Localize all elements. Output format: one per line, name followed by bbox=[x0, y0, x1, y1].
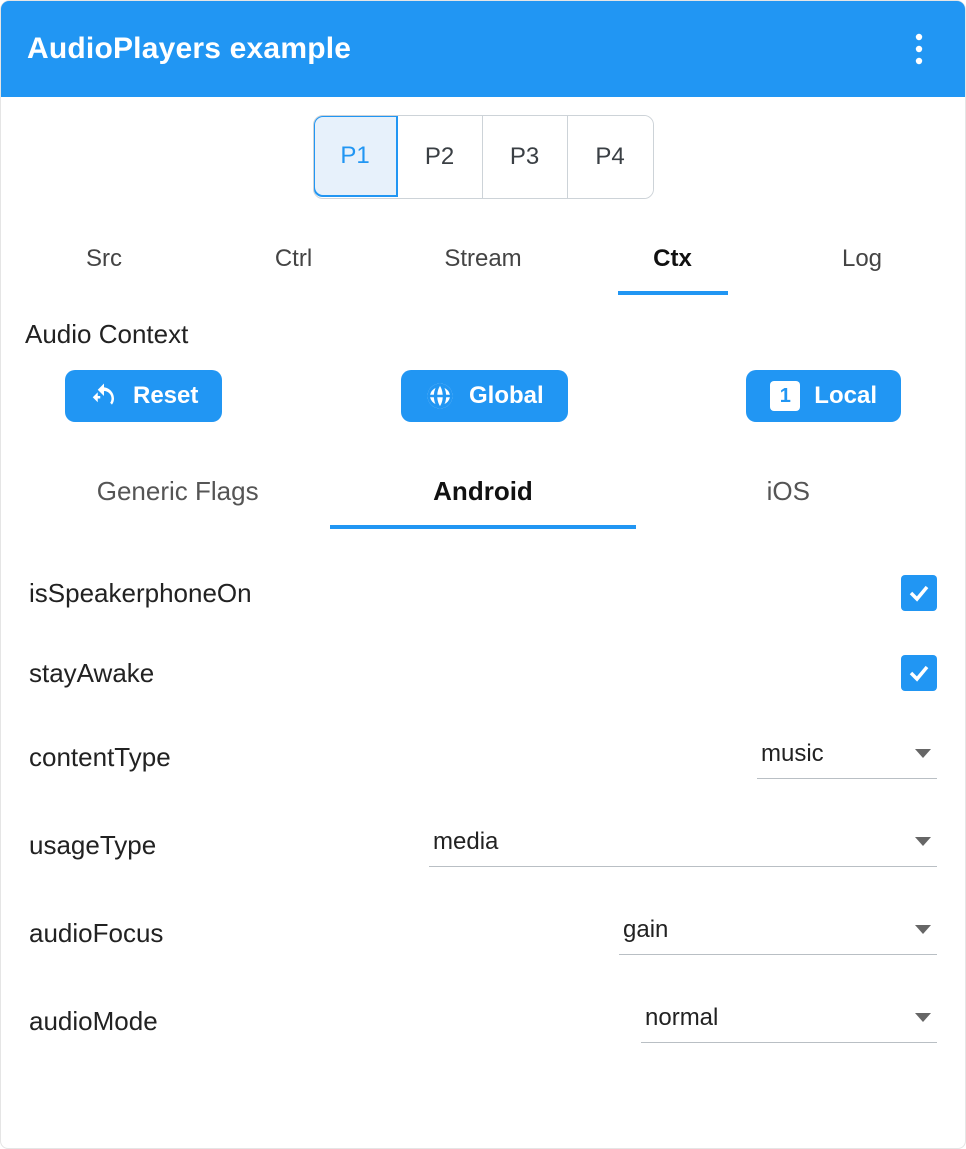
player-tab-p1[interactable]: P1 bbox=[313, 115, 398, 197]
platform-tabs: Generic Flags Android iOS bbox=[25, 458, 941, 529]
tab-generic-flags[interactable]: Generic Flags bbox=[25, 458, 330, 529]
tab-label: Ctx bbox=[653, 245, 692, 272]
dropdown-value: normal bbox=[645, 1004, 718, 1032]
player-tab-label: P2 bbox=[425, 143, 454, 171]
content-area: Audio Context Reset Global 1 Local Gener… bbox=[1, 295, 965, 1148]
kebab-menu-button[interactable] bbox=[899, 29, 939, 69]
content-type-dropdown[interactable]: music bbox=[757, 735, 937, 779]
player-tab-label: P1 bbox=[340, 142, 369, 170]
checkmark-icon bbox=[907, 661, 931, 685]
setting-is-speakerphone-on: isSpeakerphoneOn bbox=[25, 553, 941, 633]
tab-ctrl[interactable]: Ctrl bbox=[239, 227, 349, 295]
dropdown-value: gain bbox=[623, 916, 668, 944]
tab-label: Log bbox=[842, 245, 882, 272]
setting-content-type: contentType music bbox=[25, 713, 941, 801]
setting-label: audioFocus bbox=[29, 918, 163, 949]
tab-label: Src bbox=[86, 245, 122, 272]
globe-icon bbox=[425, 381, 455, 411]
audio-mode-dropdown[interactable]: normal bbox=[641, 999, 937, 1043]
setting-audio-mode: audioMode normal bbox=[25, 977, 941, 1065]
dropdown-value: media bbox=[433, 828, 498, 856]
main-tabs: Src Ctrl Stream Ctx Log bbox=[1, 217, 965, 295]
tab-android[interactable]: Android bbox=[330, 458, 635, 529]
setting-label: audioMode bbox=[29, 1006, 158, 1037]
usage-type-dropdown[interactable]: media bbox=[429, 823, 937, 867]
button-label: Reset bbox=[133, 382, 198, 410]
button-label: Local bbox=[814, 382, 877, 410]
is-speakerphone-on-checkbox[interactable] bbox=[901, 575, 937, 611]
player-tab-label: P4 bbox=[595, 143, 624, 171]
tab-label: Generic Flags bbox=[97, 476, 259, 506]
chevron-down-icon bbox=[915, 925, 931, 934]
app-bar: AudioPlayers example bbox=[1, 1, 965, 97]
tab-ctx[interactable]: Ctx bbox=[618, 227, 728, 295]
stay-awake-checkbox[interactable] bbox=[901, 655, 937, 691]
dropdown-value: music bbox=[761, 740, 824, 768]
button-label: Global bbox=[469, 382, 544, 410]
local-button[interactable]: 1 Local bbox=[746, 370, 901, 422]
player-selector: P1 P2 P3 P4 bbox=[1, 97, 965, 217]
setting-label: usageType bbox=[29, 830, 156, 861]
setting-label: stayAwake bbox=[29, 658, 154, 689]
player-toggle-group: P1 P2 P3 P4 bbox=[313, 115, 654, 199]
reset-button[interactable]: Reset bbox=[65, 370, 222, 422]
chevron-down-icon bbox=[915, 749, 931, 758]
checkmark-icon bbox=[907, 581, 931, 605]
section-title: Audio Context bbox=[25, 319, 941, 350]
audio-focus-dropdown[interactable]: gain bbox=[619, 911, 937, 955]
player-tab-label: P3 bbox=[510, 143, 539, 171]
setting-stay-awake: stayAwake bbox=[25, 633, 941, 713]
app-title: AudioPlayers example bbox=[27, 32, 351, 66]
app-window: AudioPlayers example P1 P2 P3 P4 Src Ctr… bbox=[0, 0, 966, 1149]
android-settings: isSpeakerphoneOn stayAwake contentType m… bbox=[25, 553, 941, 1065]
player-tab-p3[interactable]: P3 bbox=[483, 116, 568, 198]
chevron-down-icon bbox=[915, 837, 931, 846]
tab-log[interactable]: Log bbox=[807, 227, 917, 295]
undo-icon bbox=[89, 381, 119, 411]
looks-one-icon: 1 bbox=[770, 381, 800, 411]
player-tab-p2[interactable]: P2 bbox=[398, 116, 483, 198]
tab-label: Stream bbox=[444, 245, 521, 272]
tab-label: iOS bbox=[767, 476, 810, 506]
setting-usage-type: usageType media bbox=[25, 801, 941, 889]
tab-ios[interactable]: iOS bbox=[636, 458, 941, 529]
setting-audio-focus: audioFocus gain bbox=[25, 889, 941, 977]
more-vertical-icon bbox=[915, 33, 923, 65]
setting-label: isSpeakerphoneOn bbox=[29, 578, 252, 609]
tab-stream[interactable]: Stream bbox=[428, 227, 538, 295]
tab-label: Android bbox=[433, 476, 533, 506]
icon-text: 1 bbox=[780, 385, 791, 408]
player-tab-p4[interactable]: P4 bbox=[568, 116, 653, 198]
tab-label: Ctrl bbox=[275, 245, 312, 272]
setting-label: contentType bbox=[29, 742, 171, 773]
context-actions: Reset Global 1 Local bbox=[25, 370, 941, 432]
chevron-down-icon bbox=[915, 1013, 931, 1022]
global-button[interactable]: Global bbox=[401, 370, 568, 422]
tab-src[interactable]: Src bbox=[49, 227, 159, 295]
